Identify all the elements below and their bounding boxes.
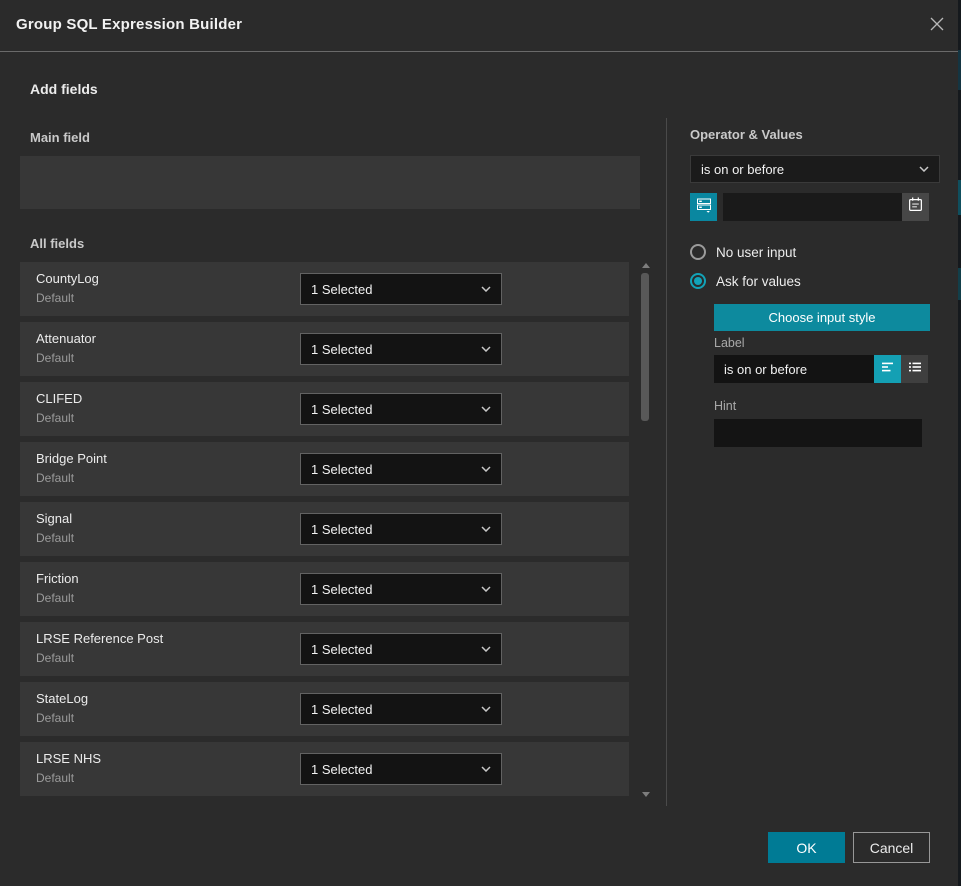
field-values-select-value: 1 Selected bbox=[311, 522, 372, 537]
field-row: CLIFED Default 1 Selected bbox=[20, 382, 629, 436]
scrollbar-thumb[interactable] bbox=[641, 273, 649, 421]
field-subtitle: Default bbox=[36, 411, 74, 425]
cancel-button[interactable]: Cancel bbox=[853, 832, 930, 863]
all-fields-list: CountyLog Default 1 Selected Attenuator … bbox=[20, 262, 629, 802]
choose-input-style-button[interactable]: Choose input style bbox=[714, 304, 930, 331]
fields-list-scrollbar[interactable] bbox=[640, 262, 652, 798]
field-values-select[interactable]: 1 Selected bbox=[300, 633, 502, 665]
panel-divider bbox=[666, 118, 667, 806]
operator-select-value: is on or before bbox=[701, 162, 784, 177]
field-row: Signal Default 1 Selected bbox=[20, 502, 629, 556]
chevron-down-icon bbox=[481, 766, 491, 772]
field-subtitle: Default bbox=[36, 711, 74, 725]
field-row: CountyLog Default 1 Selected bbox=[20, 262, 629, 316]
field-values-select[interactable]: 1 Selected bbox=[300, 393, 502, 425]
dialog-title: Group SQL Expression Builder bbox=[16, 16, 242, 33]
field-subtitle: Default bbox=[36, 471, 74, 485]
hint-caption: Hint bbox=[714, 399, 736, 413]
field-row: Bridge Point Default 1 Selected bbox=[20, 442, 629, 496]
unique-values-icon bbox=[696, 197, 712, 218]
main-field-label: Main field bbox=[30, 130, 90, 145]
label-input[interactable]: is on or before bbox=[714, 355, 874, 383]
field-row: LRSE NHS Default 1 Selected bbox=[20, 742, 629, 796]
field-name: StateLog bbox=[36, 691, 88, 706]
field-name: CountyLog bbox=[36, 271, 99, 286]
radio-label: Ask for values bbox=[716, 274, 801, 289]
hint-input[interactable] bbox=[714, 419, 922, 447]
field-values-select-value: 1 Selected bbox=[311, 462, 372, 477]
chevron-down-icon bbox=[481, 466, 491, 472]
field-values-select-value: 1 Selected bbox=[311, 762, 372, 777]
scroll-up-arrow-icon[interactable] bbox=[642, 263, 650, 268]
field-values-select[interactable]: 1 Selected bbox=[300, 453, 502, 485]
unique-values-button[interactable] bbox=[690, 193, 717, 221]
ok-button[interactable]: OK bbox=[768, 832, 845, 863]
radio-label: No user input bbox=[716, 245, 796, 260]
scroll-down-arrow-icon[interactable] bbox=[642, 792, 650, 797]
field-values-select-value: 1 Selected bbox=[311, 282, 372, 297]
main-field-box: CountyLog | Default From Date bbox=[20, 156, 640, 209]
field-row: LRSE Reference Post Default 1 Selected bbox=[20, 622, 629, 676]
chevron-down-icon bbox=[481, 706, 491, 712]
radio-circle-icon bbox=[690, 244, 706, 260]
field-values-select-value: 1 Selected bbox=[311, 642, 372, 657]
field-name: Friction bbox=[36, 571, 79, 586]
operator-values-heading: Operator & Values bbox=[690, 127, 803, 142]
add-fields-heading: Add fields bbox=[30, 81, 98, 97]
field-row: Friction Default 1 Selected bbox=[20, 562, 629, 616]
field-row: Attenuator Default 1 Selected bbox=[20, 322, 629, 376]
field-values-select[interactable]: 1 Selected bbox=[300, 573, 502, 605]
label-input-value: is on or before bbox=[724, 362, 807, 377]
field-name: LRSE NHS bbox=[36, 751, 101, 766]
field-subtitle: Default bbox=[36, 591, 74, 605]
chevron-down-icon bbox=[919, 166, 929, 172]
field-values-select[interactable]: 1 Selected bbox=[300, 333, 502, 365]
chevron-down-icon bbox=[481, 586, 491, 592]
operator-select[interactable]: is on or before bbox=[690, 155, 940, 183]
list-icon bbox=[907, 359, 923, 380]
field-subtitle: Default bbox=[36, 291, 74, 305]
radio-no-user-input[interactable]: No user input bbox=[690, 244, 796, 260]
close-icon bbox=[928, 15, 946, 38]
chevron-down-icon bbox=[481, 646, 491, 652]
radio-ask-for-values[interactable]: Ask for values bbox=[690, 273, 801, 289]
all-fields-label: All fields bbox=[30, 236, 84, 251]
field-subtitle: Default bbox=[36, 351, 74, 365]
field-values-select-value: 1 Selected bbox=[311, 582, 372, 597]
field-values-select[interactable]: 1 Selected bbox=[300, 513, 502, 545]
field-subtitle: Default bbox=[36, 771, 74, 785]
field-subtitle: Default bbox=[36, 531, 74, 545]
field-subtitle: Default bbox=[36, 651, 74, 665]
chevron-down-icon bbox=[481, 526, 491, 532]
chevron-down-icon bbox=[481, 286, 491, 292]
field-values-select[interactable]: 1 Selected bbox=[300, 753, 502, 785]
chevron-down-icon bbox=[481, 406, 491, 412]
field-values-select[interactable]: 1 Selected bbox=[300, 273, 502, 305]
field-name: Bridge Point bbox=[36, 451, 107, 466]
single-line-style-button[interactable] bbox=[874, 355, 901, 383]
calendar-picker-button[interactable] bbox=[902, 193, 929, 221]
field-name: Signal bbox=[36, 511, 72, 526]
field-row: StateLog Default 1 Selected bbox=[20, 682, 629, 736]
list-style-button[interactable] bbox=[901, 355, 928, 383]
chevron-down-icon bbox=[481, 346, 491, 352]
field-values-select[interactable]: 1 Selected bbox=[300, 693, 502, 725]
field-values-select-value: 1 Selected bbox=[311, 342, 372, 357]
field-name: Attenuator bbox=[36, 331, 96, 346]
dialog-titlebar: Group SQL Expression Builder bbox=[0, 0, 961, 52]
field-name: LRSE Reference Post bbox=[36, 631, 163, 646]
field-values-select-value: 1 Selected bbox=[311, 702, 372, 717]
field-values-select-value: 1 Selected bbox=[311, 402, 372, 417]
align-left-icon bbox=[880, 359, 896, 380]
calendar-icon bbox=[908, 197, 923, 217]
field-name: CLIFED bbox=[36, 391, 82, 406]
radio-circle-selected-icon bbox=[690, 273, 706, 289]
date-value-input[interactable] bbox=[723, 193, 902, 221]
label-caption: Label bbox=[714, 336, 745, 350]
close-button[interactable] bbox=[925, 14, 949, 38]
